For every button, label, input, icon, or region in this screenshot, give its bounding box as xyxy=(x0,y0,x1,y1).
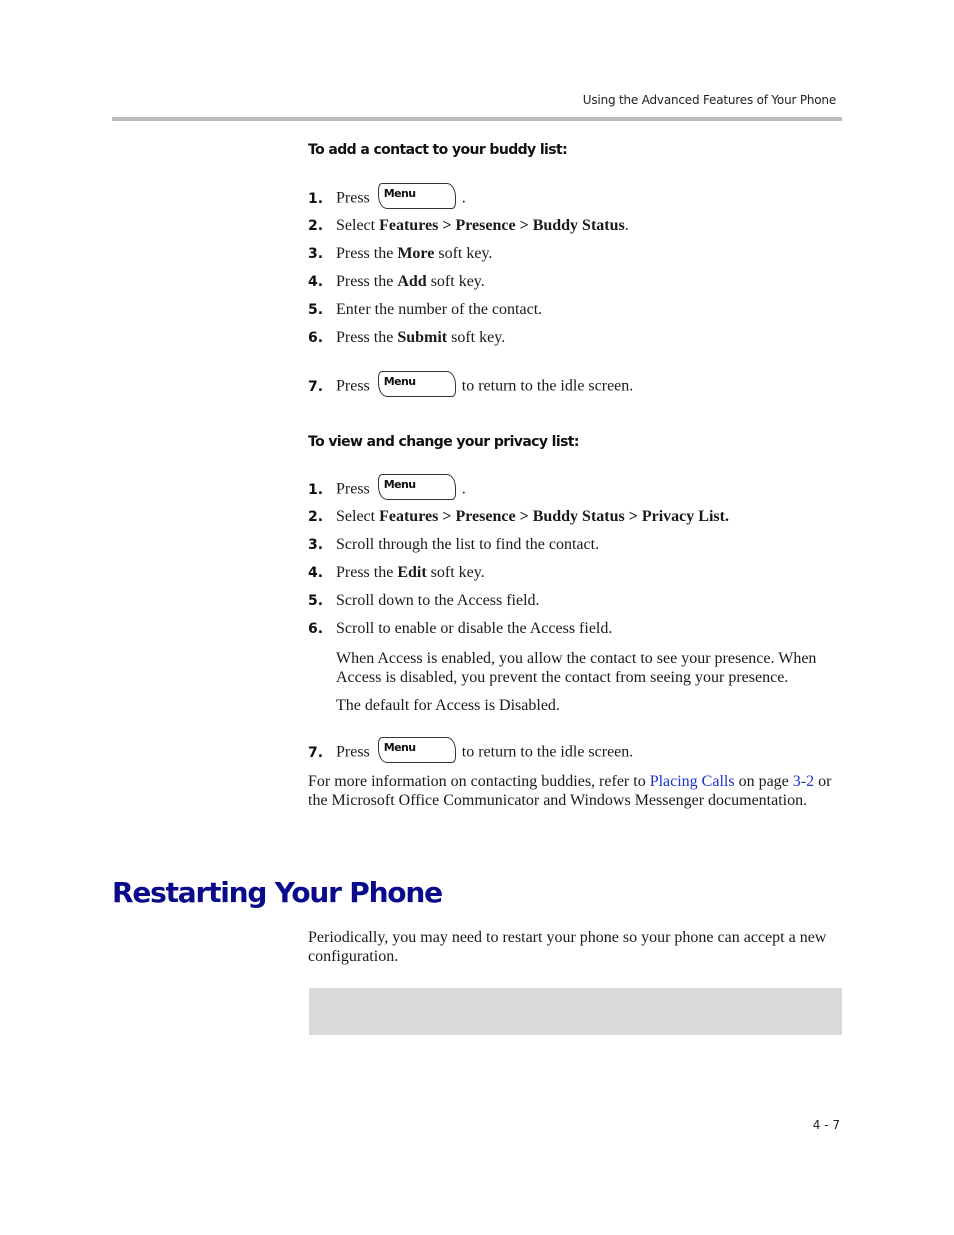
buddy-step-1: 1. Press Menu. xyxy=(308,183,466,209)
step-number: 5. xyxy=(308,593,324,609)
soft-key-name: Edit xyxy=(397,564,427,581)
more-info-text: For more information on contacting buddi… xyxy=(308,773,650,790)
section-heading: Restarting Your Phone xyxy=(112,876,443,909)
step-number: 4. xyxy=(308,274,324,290)
soft-key-name: More xyxy=(397,245,435,262)
header-rule xyxy=(112,117,842,121)
step-text: Scroll down to the Access field. xyxy=(336,592,540,609)
privacy-step-7: 7. Press Menu to return to the idle screen. xyxy=(308,737,634,763)
restart-intro-paragraph: Periodically, you may need to restart yo… xyxy=(308,929,827,965)
step-text: Select xyxy=(336,217,380,234)
menu-path: Features > Presence > Buddy Status > Pri… xyxy=(379,508,729,525)
step-text: Press xyxy=(336,743,370,761)
step-text: Press xyxy=(336,480,370,498)
privacy-step-6: 6. Scroll to enable or disable the Access… xyxy=(308,620,612,642)
step-text: Press xyxy=(336,377,370,395)
more-info-text: on page xyxy=(734,773,793,790)
soft-key-name: Add xyxy=(397,273,427,290)
privacy-step-4: 4. Press the Edit soft key. xyxy=(308,564,485,586)
step-text: Enter the number of the contact. xyxy=(336,301,543,318)
placing-calls-link[interactable]: Placing Calls xyxy=(650,773,735,790)
access-default-note: The default for Access is Disabled. xyxy=(336,697,560,714)
step-text: Press the xyxy=(336,245,398,262)
step-number: 2. xyxy=(308,218,324,234)
step-text: Press the xyxy=(336,329,398,346)
step-text: Press the xyxy=(336,273,398,290)
menu-key-icon: Menu xyxy=(377,737,456,763)
step-text: Select xyxy=(336,508,380,525)
step-number: 1. xyxy=(308,481,324,498)
menu-key-label: Menu xyxy=(383,187,416,200)
step-text: Scroll to enable or disable the Access f… xyxy=(336,620,613,637)
privacy-step-3: 3. Scroll through the list to find the co… xyxy=(308,536,599,558)
privacy-step-2: 2. Select Features > Presence > Buddy Sta… xyxy=(308,508,729,530)
procedure-title-buddy-list: To add a contact to your buddy list: xyxy=(308,142,568,158)
step-text-post: soft key. xyxy=(426,273,485,290)
step-number: 3. xyxy=(308,537,324,553)
step-number: 6. xyxy=(308,621,324,637)
step-number: 5. xyxy=(308,302,324,318)
step-number: 4. xyxy=(308,565,324,581)
buddy-step-4: 4. Press the Add soft key. xyxy=(308,273,485,295)
menu-key-icon: Menu xyxy=(377,183,456,209)
menu-key-label: Menu xyxy=(383,741,416,754)
privacy-step-5: 5. Scroll down to the Access field. xyxy=(308,592,540,614)
step-text: Scroll through the list to find the cont… xyxy=(336,536,600,553)
menu-key-icon: Menu xyxy=(377,371,456,397)
buddy-step-6: 6. Press the Submit soft key. xyxy=(308,329,505,351)
step-number: 7. xyxy=(308,378,324,395)
step-number: 2. xyxy=(308,509,324,525)
step-text-post: to return to the idle screen. xyxy=(461,377,634,395)
buddy-step-3: 3. Press the More soft key. xyxy=(308,245,492,267)
buddy-step-2: 2. Select Features > Presence > Buddy Sta… xyxy=(308,217,629,239)
step-text-post: soft key. xyxy=(447,329,506,346)
step-number: 7. xyxy=(308,744,324,761)
menu-path: Features > Presence > Buddy Status xyxy=(379,217,625,234)
menu-key-label: Menu xyxy=(383,375,416,388)
running-header-title: Using the Advanced Features of Your Phon… xyxy=(582,93,836,107)
step-number: 3. xyxy=(308,246,324,262)
procedure-title-privacy-list: To view and change your privacy list: xyxy=(308,434,580,450)
step-text: Press the xyxy=(336,564,398,581)
step-text: Press xyxy=(336,189,370,207)
buddy-step-7: 7. Press Menu to return to the idle screen. xyxy=(308,371,634,397)
step-text-post: soft key. xyxy=(434,245,493,262)
menu-key-icon: Menu xyxy=(377,474,456,500)
more-info-paragraph: For more information on contacting buddi… xyxy=(308,772,848,810)
step-number: 1. xyxy=(308,190,324,207)
step-text-post: . xyxy=(461,480,466,498)
step-text-post: soft key. xyxy=(426,564,485,581)
access-note: When Access is enabled, you allow the co… xyxy=(336,650,817,686)
page-number: 4 - 7 xyxy=(812,1118,840,1132)
step-number: 6. xyxy=(308,330,324,346)
buddy-step-5: 5. Enter the number of the contact. xyxy=(308,301,542,323)
step-text-post: . xyxy=(461,189,466,207)
soft-key-name: Submit xyxy=(397,329,448,346)
step-text-post: to return to the idle screen. xyxy=(461,743,634,761)
step-text-post: . xyxy=(624,217,629,234)
shaded-note-box xyxy=(309,988,842,1035)
menu-key-label: Menu xyxy=(383,478,416,491)
privacy-step-1: 1. Press Menu. xyxy=(308,474,466,500)
page-ref-link[interactable]: 3-2 xyxy=(793,773,814,790)
